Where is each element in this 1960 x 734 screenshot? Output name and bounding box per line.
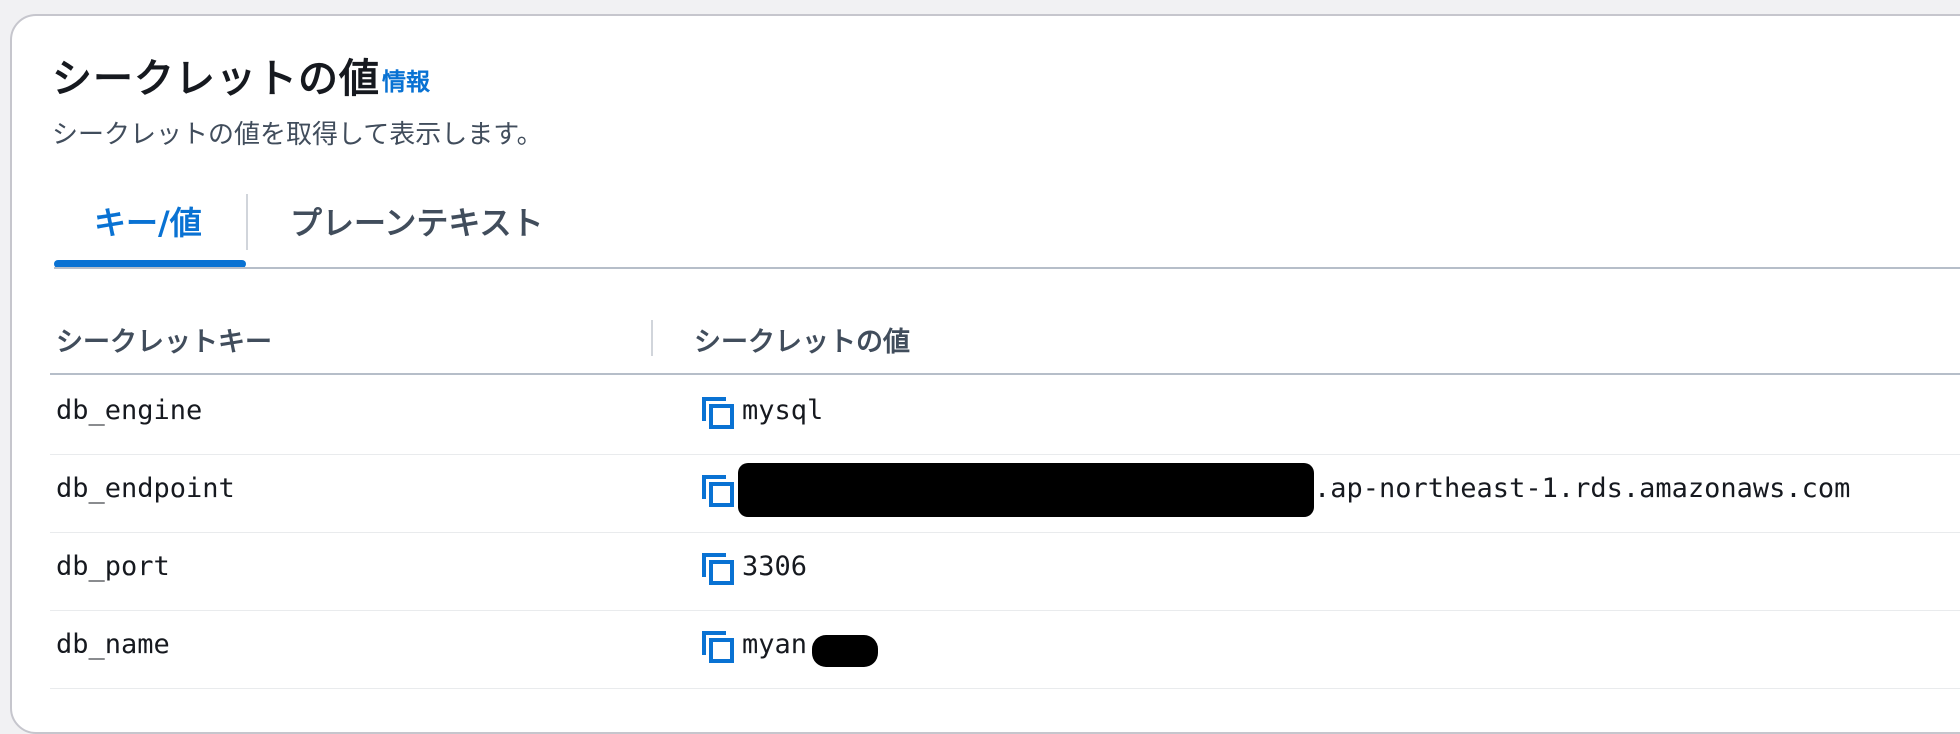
column-header-secret-key: シークレットキー [56,327,272,358]
tabs-border [54,267,1960,269]
page-description: シークレットの値を取得して表示します。 [52,120,543,150]
copy-icon[interactable] [700,395,736,431]
secret-key-cell: db_endpoint [56,473,235,504]
secret-value-cell: myan [742,629,808,660]
secret-value-cell: 3306 [742,551,808,582]
page-title: シークレットの値 [52,56,380,102]
copy-icon[interactable] [700,629,736,665]
copy-icon[interactable] [700,551,736,587]
secret-value-cell: .ap-northeast-1.rds.amazonaws.com [1314,473,1851,504]
secret-key-cell: db_port [56,551,170,582]
table-row: db_name myan [50,611,1960,689]
tab-divider [246,194,248,250]
table-row: db_port 3306 [50,533,1960,611]
secret-key-cell: db_engine [56,395,203,426]
redaction-block [738,463,1314,517]
secret-key-cell: db_name [56,629,170,660]
table-row: db_engine mysql [50,377,1960,455]
column-header-secret-value: シークレットの値 [694,327,910,358]
copy-icon[interactable] [700,473,736,509]
info-link[interactable]: 情報 [382,62,430,97]
tab-key-value[interactable]: キー/値 [94,198,202,244]
table-row: db_endpoint .ap-northeast-1.rds.amazonaw… [50,455,1960,533]
tab-plaintext[interactable]: プレーンテキスト [290,198,543,244]
redaction-block [812,635,878,667]
table-header-border [50,373,1960,375]
secret-value-cell: mysql [742,395,824,426]
column-divider [651,320,653,356]
